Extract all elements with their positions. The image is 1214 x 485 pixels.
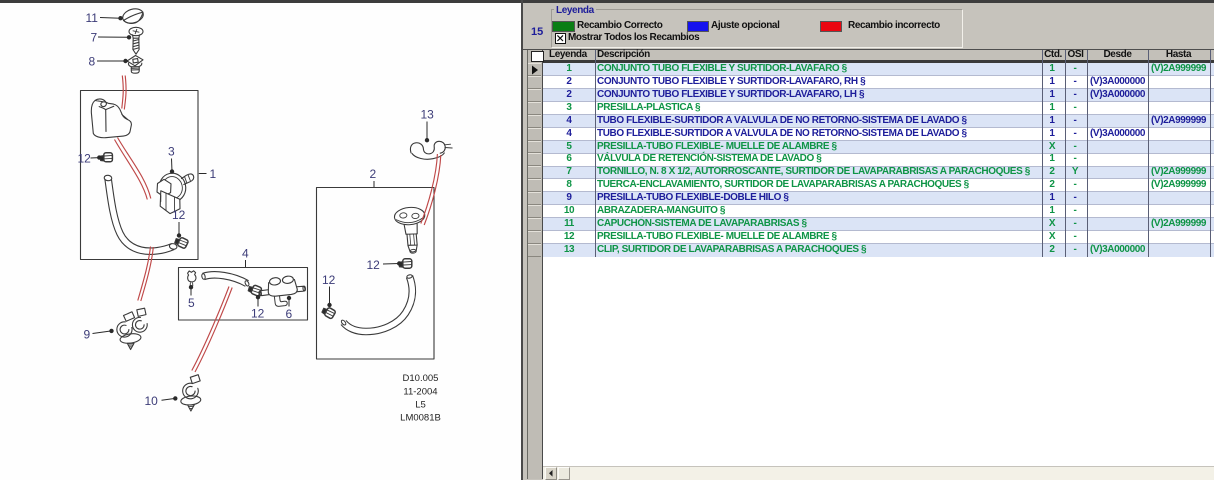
svg-text:7: 7 [91, 31, 98, 45]
svg-text:9: 9 [84, 328, 91, 342]
svg-text:11: 11 [86, 11, 99, 25]
svg-text:3: 3 [168, 145, 175, 159]
svg-text:4: 4 [242, 247, 249, 261]
svg-text:12: 12 [322, 273, 336, 287]
svg-text:6: 6 [286, 307, 293, 321]
svg-text:12: 12 [172, 208, 186, 222]
svg-text:12: 12 [367, 258, 381, 272]
svg-text:8: 8 [89, 55, 96, 69]
svg-text:D10.005: D10.005 [403, 373, 439, 384]
svg-text:13: 13 [421, 108, 435, 122]
svg-text:1: 1 [210, 167, 217, 181]
svg-text:2: 2 [370, 167, 377, 181]
svg-text:11-2004: 11-2004 [403, 387, 437, 398]
svg-text:LM0081B: LM0081B [400, 413, 441, 424]
svg-text:L5: L5 [415, 400, 426, 411]
svg-text:5: 5 [188, 296, 195, 310]
svg-text:12: 12 [251, 307, 265, 321]
svg-text:12: 12 [78, 152, 92, 166]
svg-text:10: 10 [145, 394, 159, 408]
